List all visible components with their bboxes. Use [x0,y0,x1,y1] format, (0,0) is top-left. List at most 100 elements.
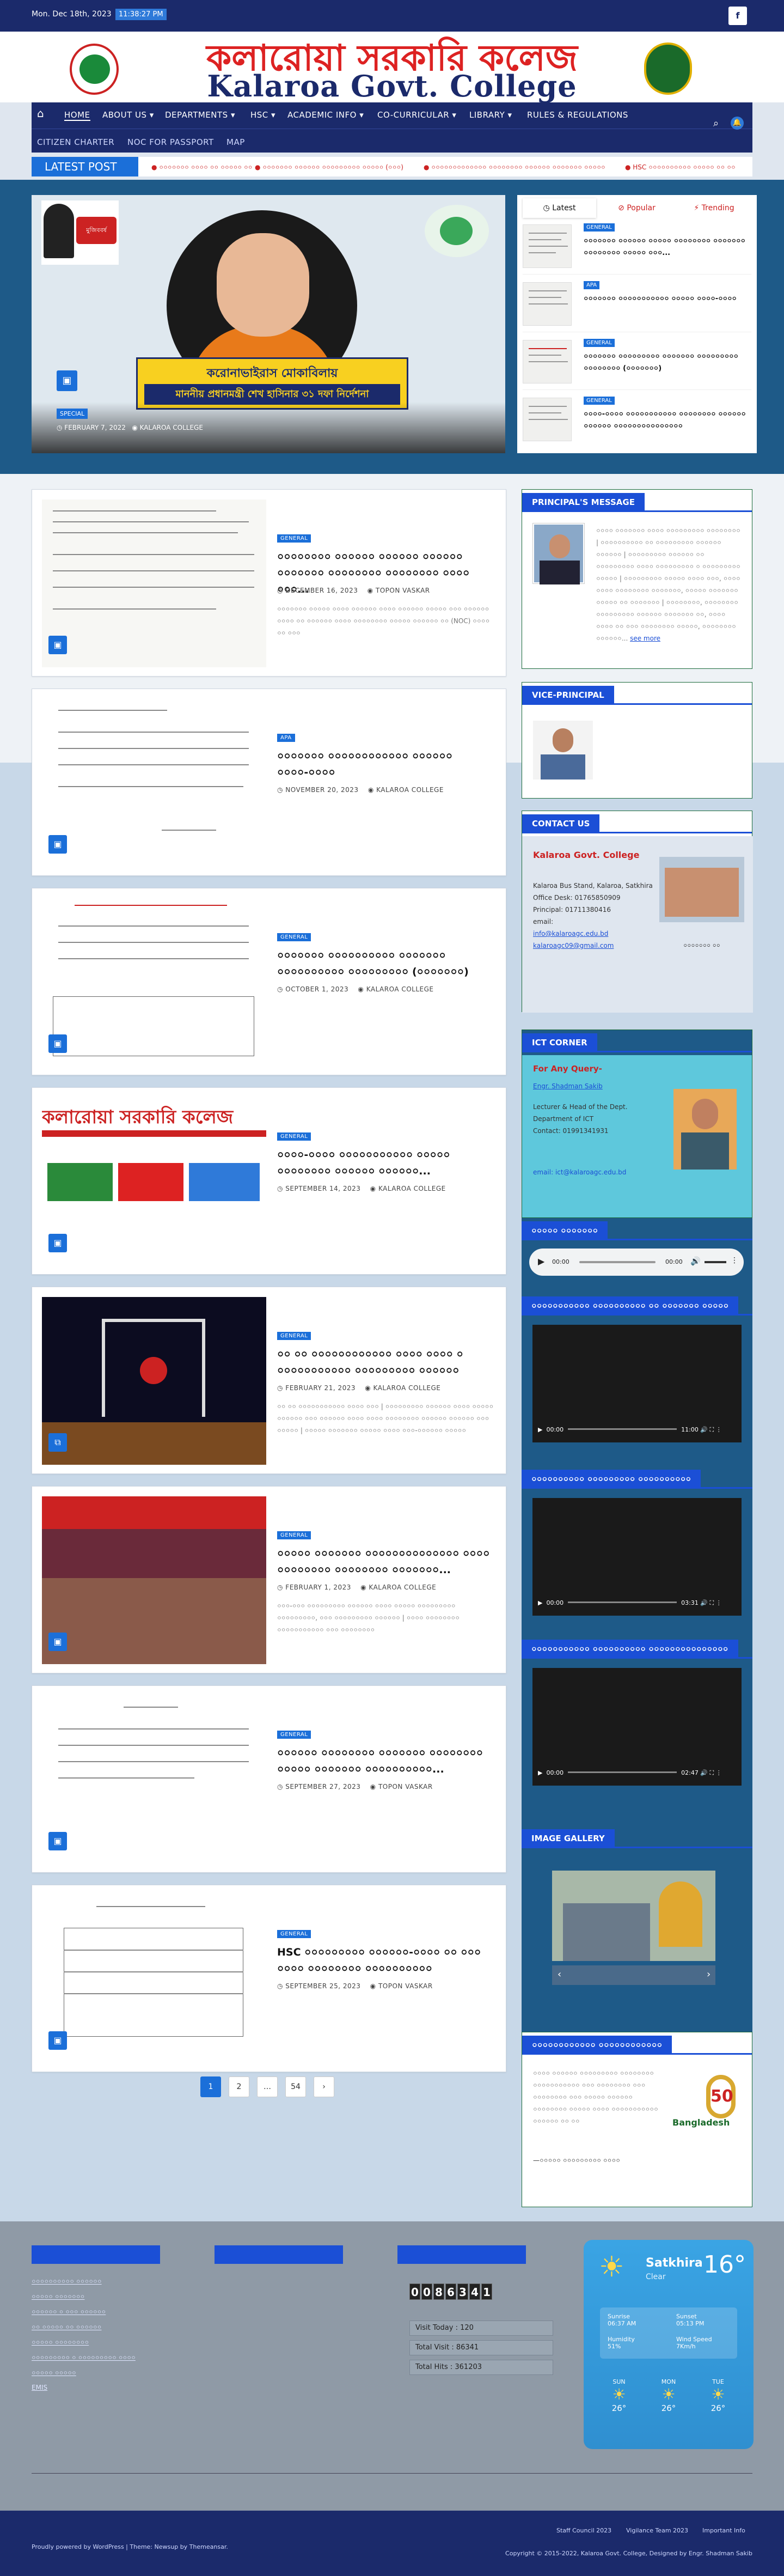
nav-citizen-charter[interactable]: CITIZEN CHARTER [37,137,114,147]
camera-icon[interactable]: ▣ [48,2031,67,2050]
page-next[interactable]: › [314,2076,334,2097]
tab-trending[interactable]: ⚡ Trending [677,198,751,218]
site-title-english[interactable]: Kalaroa Govt. College [147,71,637,101]
camera-icon[interactable]: ▣ [48,636,67,654]
video-player[interactable]: ▶ 00:00 02:47 🔊 ⛶ ⋮ [532,1668,742,1786]
weather-city: Satkhira [646,2256,703,2270]
camera-icon[interactable]: ▣ [48,1832,67,1850]
facebook-icon[interactable]: f [728,7,747,25]
camera-icon[interactable]: ▣ [48,1234,67,1252]
see-more-link[interactable]: see more [630,635,660,642]
nav-academic-info[interactable]: ACADEMIC INFO ▾ [287,110,364,120]
search-icon[interactable]: ⌕ [713,118,719,129]
nav-departments[interactable]: DEPARTMENTS ▾ [165,110,235,120]
visit-today: Visit Today : 120 [409,2321,553,2336]
post-card[interactable]: ▣ GENERAL ০০০০০০০০ ০০০০০০ ০০০০০০ ০০০০০০ … [32,489,506,677]
audio-player[interactable]: ▶ 00:00 00:00 🔊 ⋮ [529,1249,744,1276]
tab-latest[interactable]: ◷ Latest [523,198,596,218]
nav-about[interactable]: ABOUT US ▾ [102,110,154,120]
post-card[interactable]: ▣ GENERAL ০০০০০০০ ০০০০০০০০০০ ০০০০০০০ ০০০… [32,888,506,1075]
college-logo[interactable] [70,44,119,95]
post-thumbnail [42,1297,266,1465]
category-badge[interactable]: GENERAL [277,1132,311,1141]
tab-post-item[interactable]: GENERAL ০০০০-০০০০ ০০০০০০০০০০০ ০০০০০০০০ ০০… [523,395,751,448]
home-icon[interactable]: ⌂ [37,107,44,120]
category-badge[interactable]: GENERAL [277,1332,311,1340]
category-badge[interactable]: GENERAL [277,1531,311,1539]
page-1[interactable]: 1 [200,2076,221,2097]
nav-library[interactable]: LIBRARY ▾ [469,110,512,120]
ict-name-link[interactable]: Engr. Shadman Sakib [533,1082,603,1090]
gallery-next-icon[interactable]: › [707,1969,710,1980]
gallery-slide[interactable] [552,1871,715,1961]
ticker-item[interactable]: ● ০০০০০০০ ০০০০০০ ০০০০০০০০০ ০০০০০ (০০০) [255,163,403,174]
nav-rules[interactable]: RULES & REGULATIONS [527,110,628,120]
camera-icon[interactable]: ▣ [57,370,77,391]
footer-link[interactable]: ০০০০০ ০০০০০০০ [32,2292,84,2303]
category-badge[interactable]: GENERAL [277,1930,311,1938]
camera-icon[interactable]: ▣ [48,835,67,854]
category-badge[interactable]: GENERAL [277,933,311,941]
video-player[interactable]: ▶ 00:00 03:31 🔊 ⛶ ⋮ [532,1498,742,1616]
bell-icon[interactable]: 🔔 [731,117,744,130]
post-title[interactable]: ০০ ০০ ০০০০০০০০০০০০ ০০০০ ০০০০ ০ ০০০০০০০০০… [277,1346,495,1379]
footer-link[interactable]: ০০ ০০০০০ ০০ ০০০০০০ [32,2323,101,2334]
widget-heading: VICE-PRINCIPAL [522,686,614,704]
post-meta: ◷ SEPTEMBER 14, 2023 ◉ KALAROA COLLEGE [277,1185,446,1192]
post-title[interactable]: ০০০০০০ ০০০০০০০০ ০০০০০০০ ০০০০০০০০ ০০০০০ ০… [277,1745,495,1777]
post-title[interactable]: ০০০০০০০ ০০০০০০০০০০ ০০০০০০০ ০০০০০০০০০০ ০০… [277,947,495,980]
footer-bottom-link[interactable]: Staff Council 2023 [556,2527,611,2534]
video-player[interactable]: ▶ 00:00 11:00 🔊 ⛶ ⋮ [532,1325,742,1442]
ticker-item[interactable]: ● HSC ০০০০০০০০০০ ০০০০০ ০০ ০০ [625,163,736,174]
post-title[interactable]: ০০০০০০০ ০০০০০০০০০০০০ ০০০০০০ ০০০০-০০০০ [277,748,495,781]
nav-map[interactable]: MAP [226,137,245,147]
ict-email[interactable]: email: ict@kalaroagc.edu.bd [533,1168,626,1176]
footer-link[interactable]: EMIS [32,2384,47,2391]
golden-jubilee-widget: ০০০০০০০০০০০০ ০০০০০০০০০০০০ ০০০০ ০০০০০০ ০০… [522,2032,752,2207]
ticker-item[interactable]: ● ০০০০০০০ ০০০০ ০০ ০০০০০ ০০ [151,163,253,174]
nav-co-curricular[interactable]: CO-CURRICULAR ▾ [377,110,456,120]
post-card[interactable]: ▣ GENERAL HSC ০০০০০০০০০ ০০০০০০-০০০০ ০০ ০… [32,1885,506,2072]
footer-bottom-link[interactable]: Vigilance Team 2023 [626,2527,688,2534]
forecast-day: MON ☀ 26° [661,2378,676,2413]
post-title[interactable]: HSC ০০০০০০০০০ ০০০০০০-০০০০ ০০ ০০০ ০০০০ ০০… [277,1944,495,1977]
tab-post-item[interactable]: GENERAL ০০০০০০০ ০০০০০০০০০ ০০০০০০০ ০০০০০০০… [523,338,751,390]
nav-hsc[interactable]: HSC ▾ [250,110,275,120]
footer-link[interactable]: ০০০০০০০০০ ০ ০০০০০০০০০ ০০০০ [32,2353,136,2364]
post-title[interactable]: ০০০০০ ০০০০০০০ ০০০০০০০০০০০০০০ ০০০০ ০০০০০০… [277,1545,495,1578]
volume-icon: 🔊 [690,1256,701,1266]
category-badge[interactable]: SPECIAL [57,409,88,419]
post-card[interactable]: কলারোয়া সরকারি কলেজ ▣ GENERAL ০০০০-০০০০… [32,1087,506,1275]
footer-link[interactable]: ০০০০০০ ০ ০০০ ০০০০০০ [32,2307,106,2318]
post-card[interactable]: ▣ APA ০০০০০০০ ০০০০০০০০০০০০ ০০০০০০ ০০০০-০… [32,689,506,876]
page-2[interactable]: 2 [229,2076,249,2097]
tab-post-item[interactable]: GENERAL ০০০০০০০ ০০০০০০ ০০০০০ ০০০০০০০০ ০০০… [523,222,751,275]
nav-home[interactable]: HOME [64,110,90,121]
camera-icon[interactable]: ▣ [48,1034,67,1053]
contact-email-link[interactable]: kalaroagc09@gmail.com [533,940,653,952]
gallery-thumbnails[interactable] [552,1965,715,1985]
post-title[interactable]: ০০০০-০০০০ ০০০০০০০০০০০ ০০০০০ ০০০০০০০০ ০০০… [277,1147,495,1179]
tab-post-item[interactable]: APA ০০০০০০০ ০০০০০০০০০০০ ০০০০০ ০০০০-০০০০ [523,280,751,332]
camera-icon[interactable]: ▣ [48,1633,67,1651]
gallery-prev-icon[interactable]: ‹ [558,1969,561,1980]
gallery-icon[interactable]: ⧉ [48,1433,67,1452]
ticker-item[interactable]: ● ০০০০০০০০০০০০০ ০০০০০০০০ ০০০০০০ ০০০০০০০ … [424,163,605,174]
footer-heading [32,2245,160,2264]
category-badge[interactable]: GENERAL [277,534,311,543]
category-badge[interactable]: APA [277,734,295,742]
page-last[interactable]: 54 [285,2076,306,2097]
featured-slider[interactable]: মুজিববর্ষ করোনাভাইরাস মোকাবিলায় মাননীয়… [32,195,505,453]
post-card[interactable]: ▣ GENERAL ০০০০০ ০০০০০০০ ০০০০০০০০০০০০০০ ০… [32,1486,506,1673]
building-caption: ০০০০০০০ ০০ [683,942,720,949]
tab-popular[interactable]: ⊘ Popular [600,198,673,218]
category-badge[interactable]: GENERAL [277,1731,311,1739]
nav-noc-passport[interactable]: NOC FOR PASSPORT [127,137,214,147]
contact-email-link[interactable]: info@kalaroagc.edu.bd [533,928,653,940]
footer-bottom-link[interactable]: Important Info [702,2527,745,2534]
post-card[interactable]: ⧉ GENERAL ০০ ০০ ০০০০০০০০০০০০ ০০০০ ০০০০ ০… [32,1287,506,1474]
footer-link[interactable]: ০০০০০০০০০০ ০০০০০০ [32,2277,102,2288]
post-card[interactable]: ▣ GENERAL ০০০০০০ ০০০০০০০০ ০০০০০০০ ০০০০০০… [32,1685,506,1873]
footer-link[interactable]: ০০০০০ ০০০০০০০০ [32,2338,89,2349]
footer-link[interactable]: ০০০০০ ০০০০০ [32,2368,76,2379]
